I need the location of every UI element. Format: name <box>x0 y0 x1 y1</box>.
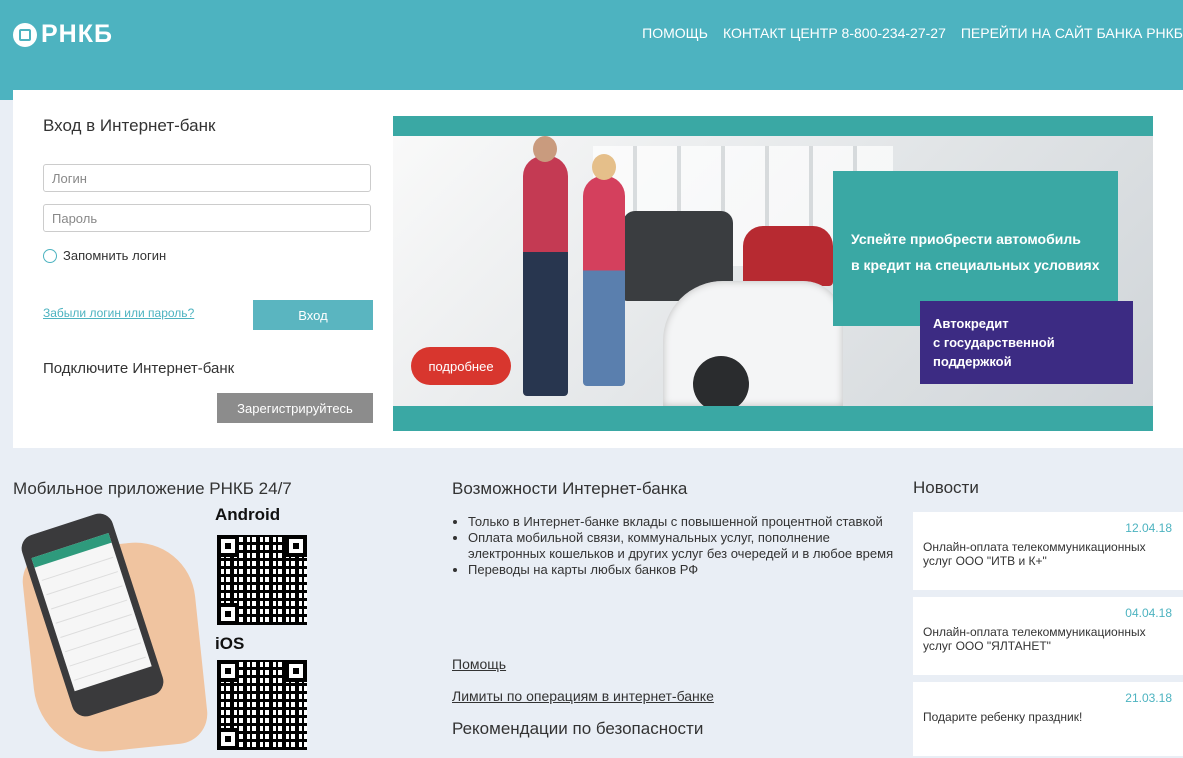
promo-line1: Автокредит <box>933 316 1009 331</box>
features-title: Возможности Интернет-банка <box>452 479 688 498</box>
banner-bottom-strip <box>393 406 1153 431</box>
news-item[interactable]: 21.03.18 Подарите ребенку праздник! <box>913 682 1183 756</box>
phone-screen <box>31 533 152 692</box>
banner-headline-line2: в кредит на специальных условиях <box>851 257 1100 273</box>
logo-icon <box>13 22 37 47</box>
ios-label: iOS <box>215 634 245 653</box>
feature-item: Только в Интернет-банке вклады с повышен… <box>468 514 908 530</box>
news-item[interactable]: 12.04.18 Онлайн-оплата телекоммуникацион… <box>913 512 1183 590</box>
banner-headline: Успейте приобрести автомобиль в кредит н… <box>851 226 1121 278</box>
nav-bank-site-link[interactable]: ПЕРЕЙТИ НА САЙТ БАНКА РНКБ <box>961 25 1183 41</box>
connect-title: Подключите Интернет-банк <box>43 360 235 377</box>
banner-headline-line1: Успейте приобрести автомобиль <box>851 231 1081 247</box>
login-title: Вход в Интернет-банк <box>43 116 216 135</box>
login-panel: Вход в Интернет-банк Логин Пароль Запомн… <box>13 90 1183 448</box>
news-date: 21.03.18 <box>1125 691 1172 705</box>
nav-contact-center-link[interactable]: КОНТАКТ ЦЕНТР 8-800-234-27-27 <box>723 25 946 41</box>
news-date: 04.04.18 <box>1125 606 1172 620</box>
news-title: Новости <box>913 478 979 497</box>
more-button[interactable]: подробнее <box>411 347 511 385</box>
phone-body <box>17 509 168 721</box>
news-text[interactable]: Подарите ребенку праздник! <box>923 710 1173 724</box>
remember-radio[interactable] <box>43 248 57 263</box>
android-qr-code[interactable] <box>217 535 307 625</box>
top-header: РНКБ ПОМОЩЬ КОНТАКТ ЦЕНТР 8-800-234-27-2… <box>0 0 1183 90</box>
man-image <box>523 136 568 396</box>
promo-banner[interactable]: Успейте приобрести автомобиль в кредит н… <box>393 116 1153 431</box>
limits-link[interactable]: Лимиты по операциям в интернет-банке <box>452 688 714 704</box>
security-title: Рекомендации по безопасности <box>452 719 704 738</box>
mobile-app-title: Мобильное приложение РНКБ 24/7 <box>13 479 292 498</box>
news-item[interactable]: 04.04.18 Онлайн-оплата телекоммуникацион… <box>913 597 1183 675</box>
white-car-image <box>663 281 843 406</box>
remember-label: Запомнить логин <box>63 248 167 263</box>
help-link[interactable]: Помощь <box>452 656 506 672</box>
news-text[interactable]: Онлайн-оплата телекоммуникационных услуг… <box>923 625 1173 653</box>
ios-qr-code[interactable] <box>217 660 307 750</box>
login-input[interactable]: Логин <box>43 164 371 192</box>
password-input[interactable]: Пароль <box>43 204 371 232</box>
woman-image <box>583 154 625 386</box>
top-nav: ПОМОЩЬ КОНТАКТ ЦЕНТР 8-800-234-27-27 ПЕР… <box>642 25 1183 41</box>
banner-promo-text: Автокредит с государственной поддержкой <box>933 314 1123 371</box>
news-text[interactable]: Онлайн-оплата телекоммуникационных услуг… <box>923 540 1173 568</box>
android-label: Android <box>215 505 281 524</box>
feature-item: Оплата мобильной связи, коммунальных усл… <box>468 530 908 562</box>
remember-login[interactable]: Запомнить логин <box>43 248 166 263</box>
logo-text: РНКБ <box>41 20 113 48</box>
forgot-password-link[interactable]: Забыли логин или пароль? <box>43 306 194 320</box>
phone-image <box>17 509 200 725</box>
feature-item: Переводы на карты любых банков РФ <box>468 562 908 578</box>
promo-line3: поддержкой <box>933 354 1012 369</box>
wheel-image <box>693 356 749 412</box>
banner-top-strip <box>393 116 1153 136</box>
login-button[interactable]: Вход <box>253 300 373 330</box>
logo[interactable]: РНКБ <box>13 20 113 49</box>
news-date: 12.04.18 <box>1125 521 1172 535</box>
header-accent <box>0 90 13 100</box>
promo-line2: с государственной <box>933 335 1055 350</box>
features-list: Только в Интернет-банке вклады с повышен… <box>452 514 908 578</box>
car-image <box>743 226 833 286</box>
register-button[interactable]: Зарегистрируйтесь <box>217 393 373 423</box>
nav-help-link[interactable]: ПОМОЩЬ <box>642 25 708 41</box>
